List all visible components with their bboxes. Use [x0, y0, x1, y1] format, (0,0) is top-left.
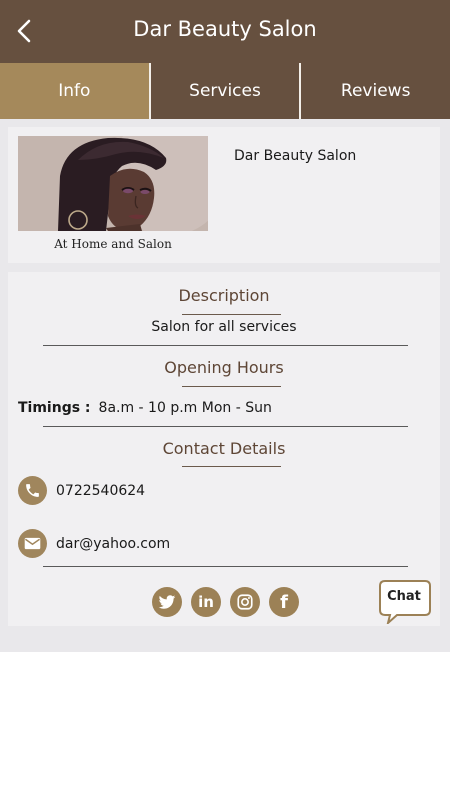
linkedin-glyph: in [198, 593, 214, 611]
page-title: Dar Beauty Salon [133, 17, 317, 41]
social-links: in f [152, 587, 299, 617]
facebook-glyph: f [280, 591, 288, 613]
chat-button[interactable]: Chat [379, 580, 431, 626]
facebook-icon[interactable]: f [269, 587, 299, 617]
divider [182, 314, 281, 315]
blank-area [0, 652, 450, 800]
salon-photo [18, 136, 208, 231]
linkedin-icon[interactable]: in [191, 587, 221, 617]
contact-details-heading: Contact Details [162, 439, 286, 458]
timings-label: Timings : [18, 400, 91, 416]
instagram-icon[interactable] [230, 587, 260, 617]
twitter-icon[interactable] [152, 587, 182, 617]
email-row[interactable]: dar@yahoo.com [18, 529, 170, 558]
tab-reviews[interactable]: Reviews [301, 63, 450, 119]
description-text: Salon for all services [151, 319, 297, 335]
divider [43, 566, 408, 567]
app-header: Dar Beauty Salon [0, 0, 450, 63]
chat-label: Chat [387, 589, 421, 604]
opening-hours-heading: Opening Hours [164, 358, 284, 377]
profile-card: At Home and Salon Dar Beauty Salon [8, 127, 440, 263]
email-address: dar@yahoo.com [56, 535, 171, 552]
salon-name: Dar Beauty Salon [234, 148, 357, 164]
details-card: Description Salon for all services Openi… [8, 272, 440, 626]
tab-bar: Info Services Reviews [0, 63, 450, 119]
tab-services[interactable]: Services [151, 63, 302, 119]
photo-caption: At Home and Salon [54, 237, 172, 251]
email-icon [18, 529, 47, 558]
description-heading: Description [178, 286, 270, 305]
tab-info[interactable]: Info [0, 63, 151, 119]
model-portrait-image [18, 136, 208, 231]
divider [182, 466, 281, 467]
phone-number: 0722540624 [56, 482, 146, 499]
divider [43, 426, 408, 427]
timings-value: 8a.m - 10 p.m Mon - Sun [98, 400, 272, 416]
divider [43, 345, 408, 346]
phone-icon [18, 476, 47, 505]
phone-row[interactable]: 0722540624 [18, 476, 145, 505]
timings-row: Timings : 8a.m - 10 p.m Mon - Sun [18, 400, 272, 416]
divider [182, 386, 281, 387]
